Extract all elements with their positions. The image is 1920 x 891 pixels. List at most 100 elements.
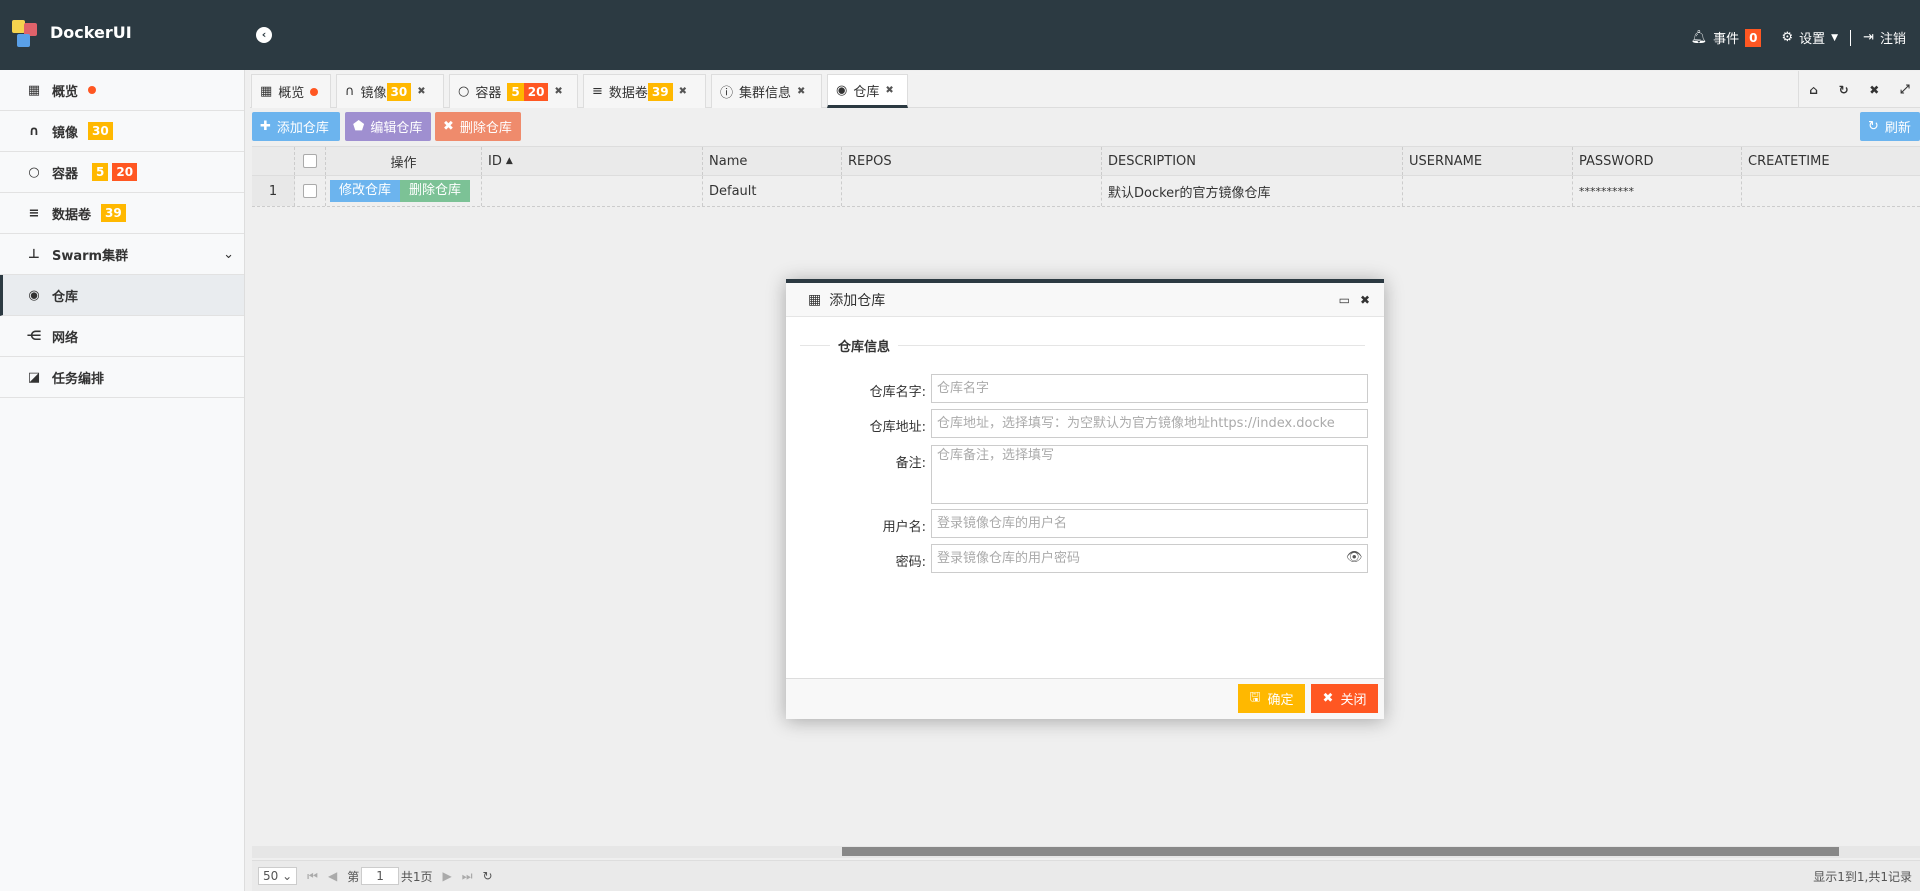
share-icon: ⋲ xyxy=(26,328,42,344)
sidebar-item-overview[interactable]: ▦ 概览 xyxy=(0,70,244,111)
sidebar-item-containers[interactable]: ○ 容器 5 20 xyxy=(0,152,244,193)
username-input[interactable]: 登录镜像仓库的用户名 xyxy=(931,509,1368,538)
home-icon[interactable]: ⌂ xyxy=(1809,83,1818,97)
page-summary: 显示1到1,共1记录 xyxy=(1813,869,1912,884)
col-createtime[interactable]: CREATETIME xyxy=(1742,147,1920,175)
col-id[interactable]: ID ▲ xyxy=(482,147,703,175)
images-badge: 30 xyxy=(88,122,113,140)
info-icon: ⓘ xyxy=(720,86,734,101)
dialog-title: 添加仓库 xyxy=(829,292,886,309)
save-icon: 🖫 xyxy=(1249,689,1261,705)
table-header: 操作 ID ▲ Name REPOS DESCRIPTION USERNAME P… xyxy=(252,146,1920,176)
tab-cluster-info[interactable]: ⓘ 集群信息 ✖ xyxy=(711,74,822,108)
tab-overview[interactable]: ▦ 概览 xyxy=(251,74,331,108)
tab-images[interactable]: ∩ 镜像 30 ✖ xyxy=(336,74,444,108)
sidebar: ▦ 概览 ∩ 镜像 30 ○ 容器 5 20 ≡ 数据卷 39 ⊥ Swarm集群 ⌄ ◉ 仓库 ⋲ 网… xyxy=(0,70,245,891)
close-icon[interactable]: ✖ xyxy=(797,86,805,97)
tab-containers[interactable]: ○ 容器 5 20 ✖ xyxy=(449,74,578,108)
container-icon: ○ xyxy=(458,84,470,99)
refresh-button[interactable]: ↻ 刷新 xyxy=(1860,112,1920,141)
tasks-icon: ◪ xyxy=(27,369,41,385)
sidebar-item-images[interactable]: ∩ 镜像 30 xyxy=(0,111,244,152)
last-page-icon[interactable]: ⏭ xyxy=(462,869,473,884)
close-icon[interactable]: ✖ xyxy=(417,86,425,97)
close-icon[interactable]: ✖ xyxy=(554,86,562,97)
pagination: 50 ⌄ ⏮ ◀ 第 1 共1页 ▶ ⏭ ↻ 显示1到1,共1记录 xyxy=(252,860,1920,891)
sidebar-item-registry[interactable]: ◉ 仓库 xyxy=(0,275,244,316)
col-username[interactable]: USERNAME xyxy=(1403,147,1573,175)
logout-link[interactable]: 注销 xyxy=(1880,28,1906,47)
remark-textarea[interactable]: 仓库备注，选择填写 xyxy=(931,445,1368,504)
toolbar: ✚ 添加仓库 ⬟ 编辑仓库 ✖ 删除仓库 ↻ 刷新 xyxy=(252,110,1920,144)
refresh-icon[interactable]: ↻ xyxy=(1839,83,1849,97)
col-password[interactable]: PASSWORD xyxy=(1573,147,1742,175)
col-description[interactable]: DESCRIPTION xyxy=(1102,147,1403,175)
total-badge: 20 xyxy=(112,163,138,181)
edit-row-button[interactable]: 修改仓库 xyxy=(330,180,401,202)
tab-registry[interactable]: ◉ 仓库 ✖ xyxy=(827,74,908,108)
maximize-icon[interactable]: ▭ xyxy=(1339,293,1350,307)
close-button[interactable]: ✖ 关闭 xyxy=(1311,684,1378,713)
sidebar-item-swarm[interactable]: ⊥ Swarm集群 ⌄ xyxy=(0,234,244,275)
volumes-badge: 39 xyxy=(101,204,126,222)
table-row[interactable]: 1 修改仓库 删除仓库 Default 默认Docker的官方镜像仓库 *****… xyxy=(252,176,1920,207)
tag-icon: ⬟ xyxy=(353,119,365,134)
sidebar-item-network[interactable]: ⋲ 网络 xyxy=(0,316,244,357)
confirm-button[interactable]: 🖫 确定 xyxy=(1238,684,1305,713)
delete-registry-button[interactable]: ✖ 删除仓库 xyxy=(435,112,521,141)
windows-icon: ▦ xyxy=(808,291,822,308)
windows-icon: ▦ xyxy=(27,82,41,98)
tab-bar: ▦ 概览 ∩ 镜像 30 ✖ ○ 容器 5 20 ✖ ≡ 数据卷 39 ✖ ⓘ 集群信息 ✖ ◉ 仓库 ✖ ⌂… xyxy=(250,71,1920,108)
podcast-icon: ◉ xyxy=(28,287,40,303)
horizontal-scrollbar[interactable] xyxy=(252,846,1920,858)
delete-row-button[interactable]: 删除仓库 xyxy=(400,180,471,202)
col-name[interactable]: Name xyxy=(703,147,842,175)
brand-name: DockerUI xyxy=(50,23,132,42)
headphones-icon: ∩ xyxy=(28,123,40,139)
top-header: DockerUI ‹ 🔔︎ 事件 0 ⚙ 设置 ▼ ⇥ 注销 xyxy=(0,0,1920,70)
next-page-icon[interactable]: ▶ xyxy=(443,869,452,883)
settings-menu[interactable]: 设置 xyxy=(1799,28,1825,47)
container-icon: ○ xyxy=(28,164,40,180)
edit-registry-button[interactable]: ⬟ 编辑仓库 xyxy=(345,112,431,141)
row-checkbox[interactable] xyxy=(303,184,317,198)
add-registry-button[interactable]: ✚ 添加仓库 xyxy=(252,112,340,141)
sidebar-item-orchestration[interactable]: ◪ 任务编排 xyxy=(0,357,244,398)
scrollbar-thumb[interactable] xyxy=(842,847,1839,856)
windows-icon: ▦ xyxy=(260,84,273,99)
collapse-sidebar-button[interactable]: ‹ xyxy=(256,27,272,43)
logout-icon: ⇥ xyxy=(1863,30,1874,45)
gear-icon: ⚙ xyxy=(1781,30,1794,45)
sort-asc-icon: ▲ xyxy=(505,156,513,166)
plus-icon: ✚ xyxy=(260,119,271,134)
database-icon: ≡ xyxy=(28,205,40,221)
close-icon: ✖ xyxy=(1322,691,1334,706)
alert-dot xyxy=(310,87,319,96)
col-actions: 操作 xyxy=(326,147,482,175)
sidebar-item-volumes[interactable]: ≡ 数据卷 39 xyxy=(0,193,244,234)
select-all-checkbox[interactable] xyxy=(303,154,317,168)
prev-page-icon[interactable]: ◀ xyxy=(328,869,337,883)
first-page-icon[interactable]: ⏮ xyxy=(307,869,318,884)
close-icon[interactable]: ✖ xyxy=(679,86,687,97)
close-all-icon[interactable]: ✖ xyxy=(1869,83,1879,97)
database-icon: ≡ xyxy=(592,84,603,99)
eye-icon[interactable]: 👁︎ xyxy=(1346,550,1363,565)
registry-url-input[interactable]: 仓库地址，选择填写：为空默认为官方镜像地址https://index.docke xyxy=(931,409,1368,438)
page-input[interactable]: 1 xyxy=(361,867,399,885)
bell-icon: 🔔︎ xyxy=(1690,30,1708,45)
fullscreen-icon[interactable]: ⤢ xyxy=(1900,82,1910,97)
section-legend: 仓库信息 xyxy=(800,336,1365,355)
password-input[interactable]: 登录镜像仓库的用户密码 xyxy=(931,544,1368,573)
events-link[interactable]: 事件 xyxy=(1713,28,1739,47)
logo-icon xyxy=(12,20,38,48)
events-badge: 0 xyxy=(1745,28,1762,47)
close-icon[interactable]: ✖ xyxy=(1360,293,1370,307)
chevron-double-down-icon: ⌄ xyxy=(223,246,234,262)
col-repos[interactable]: REPOS xyxy=(842,147,1102,175)
close-icon[interactable]: ✖ xyxy=(885,85,893,96)
tab-volumes[interactable]: ≡ 数据卷 39 ✖ xyxy=(583,74,706,108)
reload-icon[interactable]: ↻ xyxy=(483,869,493,883)
registry-name-input[interactable]: 仓库名字 xyxy=(931,374,1368,403)
page-size-select[interactable]: 50 ⌄ xyxy=(258,867,298,885)
